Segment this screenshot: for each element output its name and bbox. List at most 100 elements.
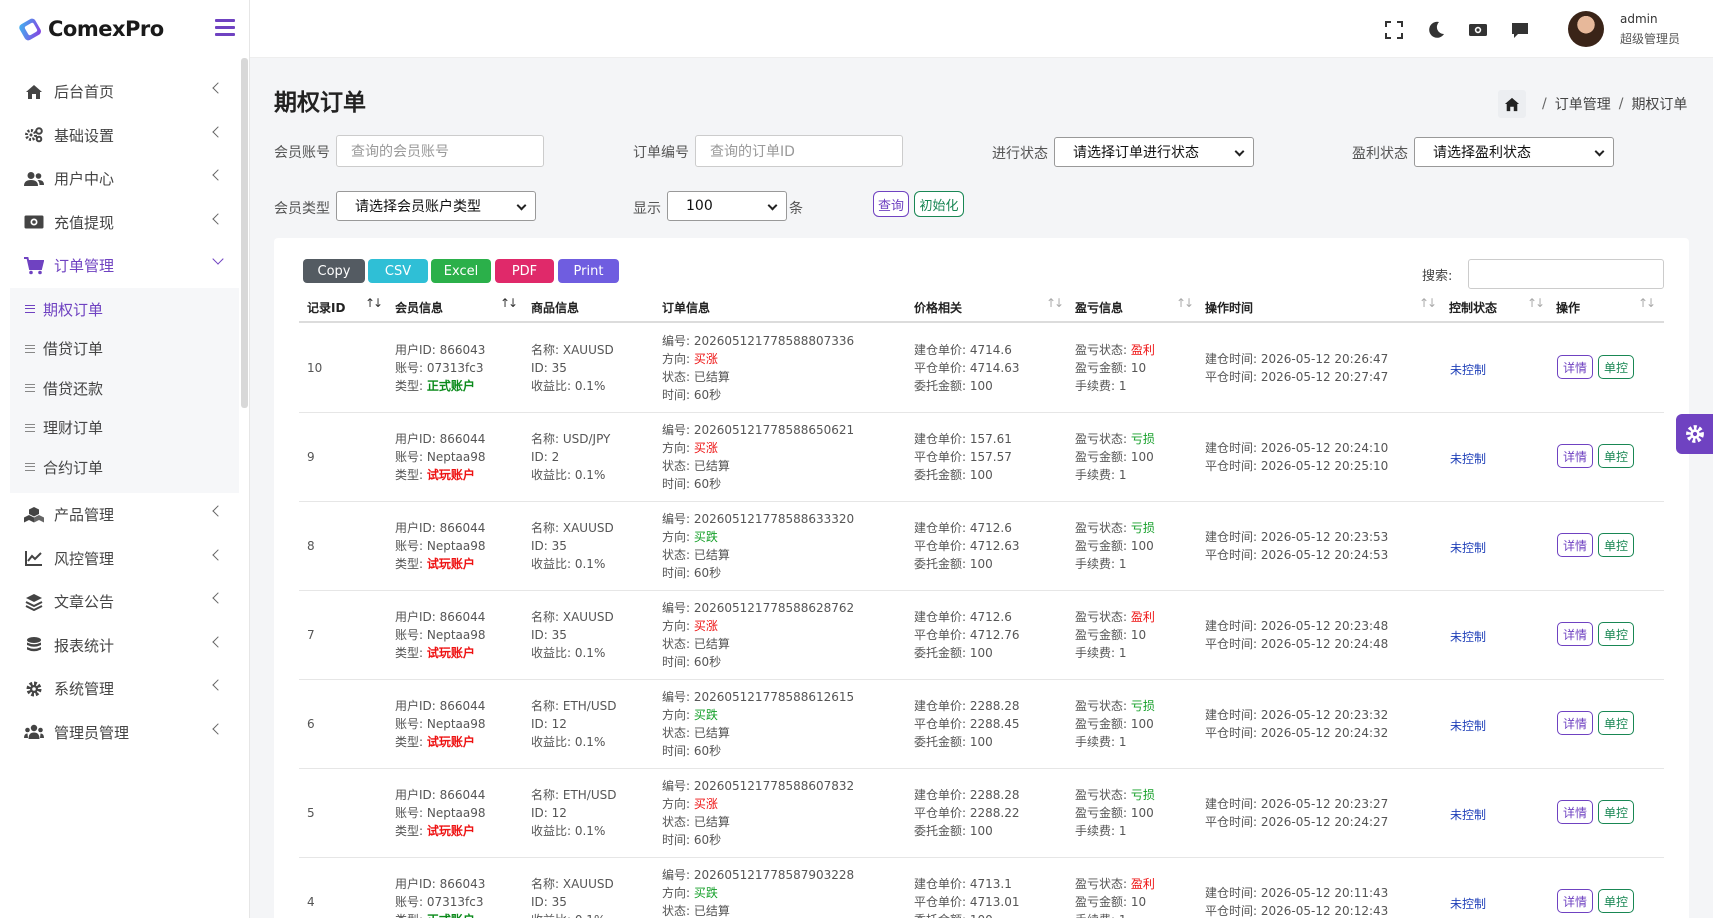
col-product-info[interactable]: 商品信息 [531, 299, 579, 316]
submenu-item-loan-repayment[interactable]: 借贷还款 [10, 369, 239, 409]
product-info: 名称: XAUUSD ID: 35 收益比: 0.1% [531, 519, 614, 573]
avatar[interactable] [1568, 11, 1604, 47]
sort-icon[interactable]: ↑↓ [1419, 296, 1437, 310]
single-control-button[interactable]: 单控 [1598, 355, 1634, 379]
product-id: ID: 12 [531, 806, 567, 820]
sidebar-item-deposit-withdraw[interactable]: 充值提现 [0, 201, 249, 245]
reset-button[interactable]: 初始化 [914, 191, 964, 217]
sidebar-item-articles[interactable]: 文章公告 [0, 580, 249, 624]
copy-button[interactable]: Copy [303, 259, 365, 283]
open-price: 建仓单价: 157.61 [914, 432, 1012, 446]
submenu-item-loan-orders[interactable]: 借贷订单 [10, 329, 239, 369]
single-control-button[interactable]: 单控 [1598, 622, 1634, 646]
detail-button[interactable]: 详情 [1557, 444, 1593, 468]
moon-icon[interactable] [1426, 20, 1446, 40]
profit-status-select[interactable]: 请选择盈利状态 [1414, 137, 1614, 167]
home-icon [1504, 97, 1520, 111]
user-name[interactable]: admin [1620, 12, 1658, 26]
chevron-down-icon [212, 253, 224, 265]
member-type-select[interactable]: 请选择会员账户类型 [336, 191, 536, 221]
yield-ratio: 收益比: 0.1% [531, 646, 606, 660]
sidebar-item-user-center[interactable]: 用户中心 [0, 157, 249, 201]
sidebar-item-basic-settings[interactable]: 基础设置 [0, 114, 249, 158]
sidebar-item-order-management[interactable]: 订单管理 [0, 244, 249, 288]
menu-toggle-icon[interactable] [215, 19, 235, 37]
order-no-input[interactable]: 查询的订单ID [695, 135, 903, 167]
col-actions[interactable]: 操作 [1556, 299, 1580, 316]
sort-icon[interactable]: ↑↓ [1527, 296, 1545, 310]
sidebar-item-home[interactable]: 后台首页 [0, 70, 249, 114]
col-member-info[interactable]: 会员信息 [395, 299, 443, 316]
submenu-item-wealth-orders[interactable]: 理财订单 [10, 408, 239, 448]
sidebar-item-product-management[interactable]: 产品管理 [0, 493, 249, 537]
detail-button[interactable]: 详情 [1557, 711, 1593, 735]
breadcrumb-home[interactable] [1498, 90, 1526, 118]
col-record-id[interactable]: 记录ID [307, 299, 345, 316]
message-icon[interactable] [1510, 20, 1530, 40]
logo[interactable]: ComexPro [0, 0, 249, 58]
order-no-label: 订单编号 [633, 145, 689, 161]
member-info: 用户ID: 866043 账号: 07313fc3 类型: 正式账户 [395, 341, 485, 395]
progress-status-select[interactable]: 请选择订单进行状态 [1054, 137, 1254, 167]
operation-time: 建仓时间: 2026-05-12 20:23:48 平仓时间: 2026-05-1… [1205, 617, 1388, 653]
col-profit-loss[interactable]: 盈亏信息 [1075, 299, 1123, 316]
sort-icon[interactable]: ↑↓ [1638, 296, 1656, 310]
pdf-button[interactable]: PDF [495, 259, 554, 283]
detail-button[interactable]: 详情 [1557, 533, 1593, 557]
settings-panel-toggle[interactable] [1676, 414, 1713, 454]
sidebar-item-risk-control[interactable]: 风控管理 [0, 537, 249, 581]
print-button[interactable]: Print [558, 259, 619, 283]
single-control-button[interactable]: 单控 [1598, 889, 1634, 913]
csv-button[interactable]: CSV [368, 259, 428, 283]
breadcrumb-item-order-management[interactable]: 订单管理 [1555, 94, 1611, 114]
col-price[interactable]: 价格相关 [914, 299, 962, 316]
col-operation-time[interactable]: 操作时间 [1205, 299, 1253, 316]
table-search-input[interactable] [1468, 259, 1664, 289]
user-id: 用户ID: 866043 [395, 343, 486, 357]
direction-prefix: 方向: [662, 530, 694, 544]
sort-icon[interactable]: ↑↓ [1176, 296, 1194, 310]
close-price: 平仓单价: 4712.76 [914, 628, 1020, 642]
sort-icon[interactable]: ↑↓ [1046, 296, 1064, 310]
single-control-button[interactable]: 单控 [1598, 533, 1634, 557]
account-type-prefix: 类型: [395, 646, 427, 660]
chevron-left-icon [212, 505, 224, 517]
open-time: 建仓时间: 2026-05-12 20:23:32 [1205, 708, 1389, 722]
detail-button[interactable]: 详情 [1557, 355, 1593, 379]
single-control-button[interactable]: 单控 [1598, 711, 1634, 735]
sidebar-item-admin-management[interactable]: 管理员管理 [0, 711, 249, 755]
chevron-left-icon [212, 592, 224, 604]
single-control-button[interactable]: 单控 [1598, 444, 1634, 468]
detail-button[interactable]: 详情 [1557, 800, 1593, 824]
member-account-input[interactable]: 查询的会员账号 [336, 135, 544, 167]
detail-button[interactable]: 详情 [1557, 889, 1593, 913]
cart-icon [24, 256, 44, 276]
sidebar-item-reports[interactable]: 报表统计 [0, 624, 249, 668]
profit-loss-info: 盈亏状态: 亏损 盈亏金额: 100 手续费: 1 [1075, 697, 1155, 751]
control-status: 未控制 [1450, 808, 1487, 822]
pl-amount: 盈亏金额: 100 [1075, 450, 1154, 464]
detail-button[interactable]: 详情 [1557, 622, 1593, 646]
money-icon[interactable] [1468, 20, 1488, 40]
col-order-info[interactable]: 订单信息 [662, 299, 710, 316]
fullscreen-icon[interactable] [1384, 20, 1404, 40]
sort-icon[interactable]: ↑↓ [500, 296, 518, 310]
sidebar-item-system-management[interactable]: 系统管理 [0, 667, 249, 711]
open-price: 建仓单价: 4712.6 [914, 521, 1012, 535]
close-time: 平仓时间: 2026-05-12 20:25:10 [1205, 459, 1389, 473]
single-control-button[interactable]: 单控 [1598, 800, 1634, 824]
page-size-select[interactable]: 100 [667, 191, 787, 221]
excel-button[interactable]: Excel [431, 259, 491, 283]
sidebar-item-label: 文章公告 [54, 593, 115, 612]
order-duration: 时间: 60秒 [662, 744, 722, 758]
money-icon [24, 212, 44, 232]
user-id: 用户ID: 866043 [395, 877, 486, 891]
sort-icon[interactable]: ↑↓ [365, 296, 383, 310]
account-type: 类型: 试玩账户 [395, 822, 486, 840]
submenu-item-contract-orders[interactable]: 合约订单 [10, 448, 239, 488]
submenu-item-option-orders[interactable]: 期权订单 [10, 290, 239, 330]
order-direction: 方向: 买跌 [662, 884, 854, 902]
query-button[interactable]: 查询 [873, 191, 909, 217]
chevron-down-icon [767, 200, 778, 211]
col-control-status[interactable]: 控制状态 [1449, 299, 1497, 316]
